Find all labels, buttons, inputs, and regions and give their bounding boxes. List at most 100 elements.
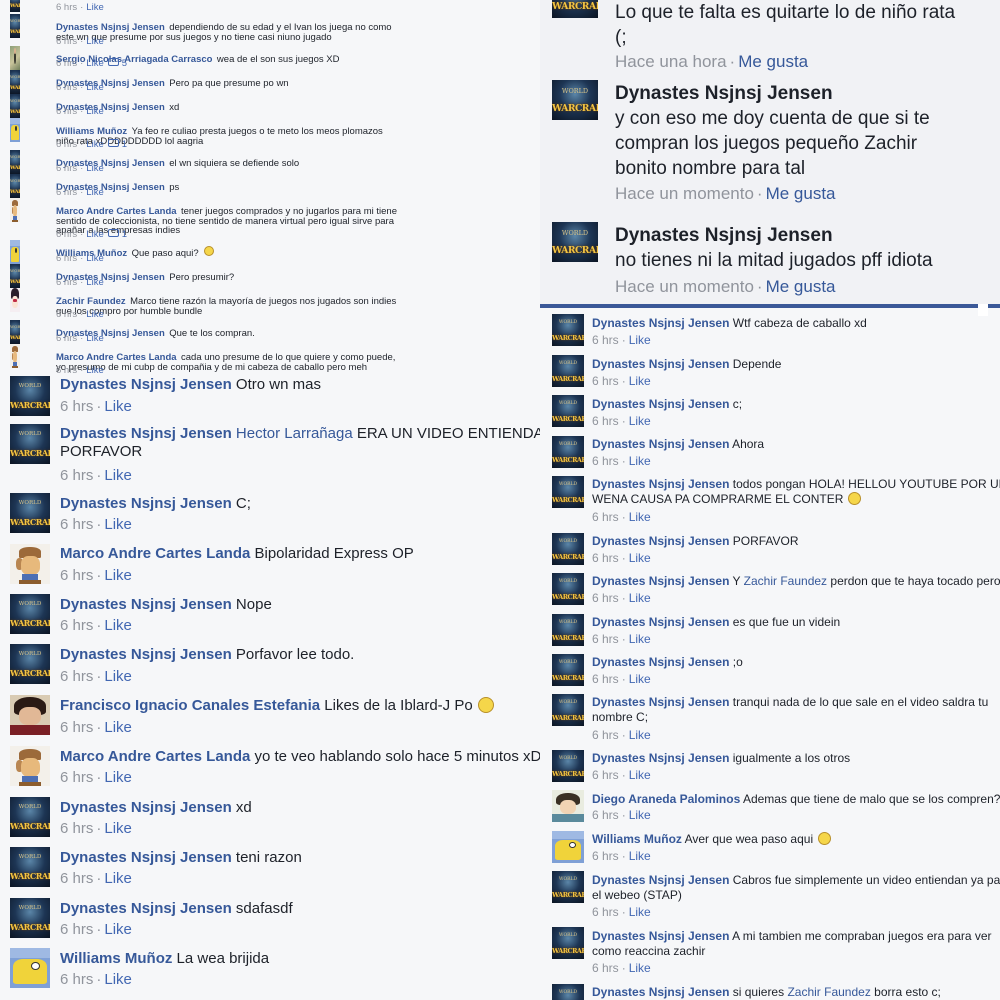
- like-link[interactable]: Like: [86, 253, 103, 264]
- avatar-warcraft-logo[interactable]: WORLDWARCRAFT: [552, 750, 584, 782]
- comment-author[interactable]: Dynastes Nsjnsj Jensen: [60, 376, 232, 393]
- avatar-warcraft-logo[interactable]: WORLDWARCRAFT: [10, 94, 20, 118]
- comment-author[interactable]: Dynastes Nsjnsj Jensen: [592, 397, 729, 411]
- comment-author[interactable]: Dynastes Nsjnsj Jensen: [60, 425, 232, 442]
- like-link[interactable]: Like: [629, 551, 651, 565]
- like-link[interactable]: Like: [104, 617, 132, 634]
- comment-author[interactable]: Dynastes Nsjnsj Jensen: [592, 655, 729, 669]
- like-link[interactable]: Me gusta: [738, 52, 808, 71]
- comment-timestamp[interactable]: 6 hrs: [56, 106, 77, 117]
- like-link[interactable]: Like: [104, 567, 132, 584]
- comment-timestamp[interactable]: 6 hrs: [592, 768, 619, 782]
- comment-timestamp[interactable]: 6 hrs: [592, 849, 619, 863]
- avatar-warcraft-logo[interactable]: WORLDWARCRAFT: [552, 533, 584, 565]
- comment-author[interactable]: Dynastes Nsjnsj Jensen: [60, 849, 232, 866]
- comment-timestamp[interactable]: 6 hrs: [60, 668, 93, 685]
- comment-timestamp[interactable]: 6 hrs: [56, 365, 77, 376]
- comment-timestamp[interactable]: 6 hrs: [60, 820, 93, 837]
- avatar-warcraft-logo[interactable]: WORLDWARCRAFT: [10, 0, 20, 12]
- avatar-warcraft-logo[interactable]: WORLDWARCRAFT: [552, 314, 584, 346]
- comment-author[interactable]: Dynastes Nsjnsj Jensen: [592, 316, 729, 330]
- like-link[interactable]: Like: [104, 820, 132, 837]
- avatar-cartoon-dog[interactable]: [10, 198, 20, 222]
- comment-author[interactable]: Dynastes Nsjnsj Jensen: [592, 615, 729, 629]
- like-link[interactable]: Like: [104, 719, 132, 736]
- avatar-yellow-character[interactable]: [10, 118, 20, 142]
- comment-author[interactable]: Dynastes Nsjnsj Jensen: [592, 929, 729, 943]
- comment-author[interactable]: Dynastes Nsjnsj Jensen: [592, 695, 729, 709]
- comment-author[interactable]: Marco Andre Cartes Landa: [60, 748, 250, 765]
- avatar-warcraft-logo[interactable]: WORLDWARCRAFT: [552, 927, 584, 959]
- comment-author[interactable]: Dynastes Nsjnsj Jensen: [60, 900, 232, 917]
- like-link[interactable]: Like: [629, 454, 651, 468]
- comment-timestamp[interactable]: 6 hrs: [56, 163, 77, 174]
- like-link[interactable]: Like: [86, 58, 103, 69]
- avatar-anime-girl[interactable]: [10, 288, 20, 312]
- comment-timestamp[interactable]: 6 hrs: [592, 632, 619, 646]
- like-link[interactable]: Like: [629, 768, 651, 782]
- like-link[interactable]: Like: [104, 668, 132, 685]
- avatar-photo[interactable]: [10, 46, 20, 70]
- comment-author[interactable]: Dynastes Nsjnsj Jensen: [592, 534, 729, 548]
- comment-author[interactable]: Dynastes Nsjnsj Jensen: [60, 596, 232, 613]
- like-link[interactable]: Like: [86, 333, 103, 344]
- comment-timestamp[interactable]: 6 hrs: [60, 719, 93, 736]
- avatar-warcraft-logo[interactable]: WORLDWARCRAFT: [552, 694, 584, 726]
- comment-author[interactable]: Dynastes Nsjnsj Jensen: [60, 495, 232, 512]
- comment-author[interactable]: Dynastes Nsjnsj Jensen: [615, 225, 833, 246]
- comment-timestamp[interactable]: 6 hrs: [56, 2, 77, 13]
- comment-author[interactable]: Dynastes Nsjnsj Jensen: [592, 477, 729, 491]
- comment-timestamp[interactable]: 6 hrs: [56, 277, 77, 288]
- avatar-warcraft-logo[interactable]: WORLDWARCRAFT: [552, 573, 584, 605]
- comment-author[interactable]: Diego Araneda Palominos: [592, 792, 740, 806]
- avatar-warcraft-logo[interactable]: WORLDWARCRAFT: [10, 150, 20, 174]
- comment-author[interactable]: Marco Andre Cartes Landa: [60, 545, 250, 562]
- comment-timestamp[interactable]: 6 hrs: [592, 961, 619, 975]
- like-link[interactable]: Like: [86, 309, 103, 320]
- like-link[interactable]: Like: [629, 591, 651, 605]
- comment-author[interactable]: Dynastes Nsjnsj Jensen: [592, 437, 729, 451]
- mention-link[interactable]: Hector Larrañaga: [236, 425, 353, 442]
- comment-timestamp[interactable]: 6 hrs: [60, 971, 93, 988]
- comment-timestamp[interactable]: 6 hrs: [56, 36, 77, 47]
- like-link[interactable]: Like: [104, 769, 132, 786]
- comment-author[interactable]: Francisco Ignacio Canales Estefania: [60, 697, 320, 714]
- avatar-warcraft-logo[interactable]: WORLDWARCRAFT: [10, 424, 50, 464]
- comment-timestamp[interactable]: 6 hrs: [592, 374, 619, 388]
- avatar-warcraft-logo[interactable]: WORLDWARCRAFT: [10, 14, 20, 38]
- like-link[interactable]: Like: [104, 467, 132, 484]
- avatar-cartoon-dog[interactable]: [10, 746, 50, 786]
- like-link[interactable]: Like: [104, 921, 132, 938]
- mention-link[interactable]: Zachir Faundez: [787, 985, 870, 999]
- comment-timestamp[interactable]: 6 hrs: [56, 229, 77, 240]
- comment-author[interactable]: Dynastes Nsjnsj Jensen: [592, 985, 729, 999]
- avatar-warcraft-logo[interactable]: WORLDWARCRAFT: [552, 614, 584, 646]
- avatar-anime-boy[interactable]: [10, 695, 50, 735]
- avatar-yellow-character[interactable]: [10, 240, 20, 264]
- like-link[interactable]: Like: [629, 808, 651, 822]
- avatar-warcraft-logo[interactable]: WORLDWARCRAFT: [552, 984, 584, 1000]
- avatar-warcraft-logo[interactable]: WORLDWARCRAFT: [10, 174, 20, 198]
- comment-timestamp[interactable]: 6 hrs: [56, 253, 77, 264]
- comment-author[interactable]: Dynastes Nsjnsj Jensen: [60, 799, 232, 816]
- like-link[interactable]: Like: [629, 510, 651, 524]
- avatar-warcraft-logo[interactable]: WORLDWARCRAFT: [10, 644, 50, 684]
- avatar-warcraft-logo[interactable]: WORLDWARCRAFT: [552, 80, 598, 120]
- like-link[interactable]: Like: [629, 849, 651, 863]
- like-link[interactable]: Like: [629, 333, 651, 347]
- comment-timestamp[interactable]: 6 hrs: [56, 309, 77, 320]
- comment-timestamp[interactable]: 6 hrs: [592, 905, 619, 919]
- comment-timestamp[interactable]: Hace una hora: [615, 52, 727, 71]
- comment-author[interactable]: Dynastes Nsjnsj Jensen: [615, 83, 833, 104]
- like-link[interactable]: Like: [86, 277, 103, 288]
- like-link[interactable]: Like: [104, 971, 132, 988]
- comment-timestamp[interactable]: 6 hrs: [592, 454, 619, 468]
- comment-timestamp[interactable]: 6 hrs: [592, 672, 619, 686]
- comment-author[interactable]: Dynastes Nsjnsj Jensen: [592, 751, 729, 765]
- like-link[interactable]: Like: [86, 139, 103, 150]
- like-link[interactable]: Me gusta: [766, 184, 836, 203]
- comment-timestamp[interactable]: 6 hrs: [56, 139, 77, 150]
- like-link[interactable]: Like: [86, 2, 103, 13]
- comment-timestamp[interactable]: 6 hrs: [592, 510, 619, 524]
- avatar-warcraft-logo[interactable]: WORLDWARCRAFT: [10, 320, 20, 344]
